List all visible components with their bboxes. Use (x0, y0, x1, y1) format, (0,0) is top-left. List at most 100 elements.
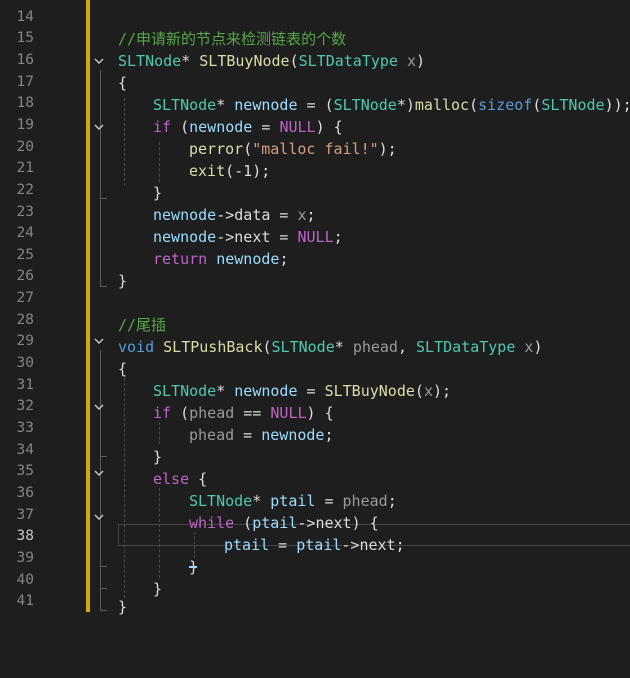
variable-token: newnode (153, 206, 217, 224)
punct-token: = (270, 228, 298, 246)
code-line-41[interactable]: } (118, 596, 127, 618)
punct-token: -> (216, 206, 235, 224)
code-line-19[interactable]: if (newnode = NULL) { (153, 116, 343, 138)
punct-token: ( (171, 118, 190, 136)
code-line-28[interactable]: //尾插 (118, 314, 166, 336)
fold-scope-line (100, 526, 107, 567)
variable-token: newnode (234, 382, 298, 400)
function-name-token: SLTBuyNode (199, 52, 290, 70)
punct-token: ; (279, 250, 289, 268)
line-number: 21 (16, 160, 34, 177)
punct-token: ; (387, 492, 397, 510)
code-line-15[interactable]: //申请新的节点来检测链表的个数 (118, 28, 346, 50)
line-number: 20 (16, 138, 34, 155)
punct-token: ; (324, 426, 334, 444)
indent-guide (124, 98, 125, 186)
line-number: 23 (16, 203, 34, 220)
keyword-token: while (189, 514, 235, 532)
type-token: SLTNode (333, 96, 397, 114)
fold-scope-line (100, 136, 107, 199)
fold-chevron-down-icon[interactable] (92, 330, 106, 352)
punct-token: ( (171, 404, 190, 422)
indent-guide (159, 422, 160, 444)
line-number: 34 (16, 441, 34, 458)
fold-chevron-down-icon[interactable] (92, 50, 106, 72)
fold-chevron-down-icon[interactable] (92, 506, 106, 528)
punct-token: ) (533, 338, 543, 356)
brace-token: } (153, 448, 163, 466)
variable-token: newnode (153, 228, 217, 246)
variable-token: ptail (224, 536, 270, 554)
code-line-18[interactable]: SLTNode* newnode = (SLTNode*)malloc(size… (153, 94, 630, 116)
fold-scope-line (100, 416, 107, 457)
line-number: 30 (16, 355, 34, 372)
code-line-16[interactable]: SLTNode* SLTBuyNode(SLTDataType x) (118, 50, 425, 72)
keyword-token: void (118, 338, 155, 356)
type-token: SLTDataType (416, 338, 516, 356)
punct-token: * (216, 382, 235, 400)
brace-token: { (189, 470, 208, 488)
fold-chevron-down-icon[interactable] (92, 462, 106, 484)
line-number: 17 (16, 73, 34, 90)
line-number: 27 (16, 290, 34, 307)
field-token: data (234, 206, 271, 224)
code-line-17[interactable]: { (118, 72, 127, 94)
code-line-35[interactable]: else { (153, 468, 207, 490)
brace-token: { (118, 74, 128, 92)
line-number: 31 (16, 376, 34, 393)
keyword-token: sizeof (478, 96, 533, 114)
code-comment: //尾插 (118, 316, 167, 334)
code-line-22[interactable]: } (153, 182, 162, 204)
punct-token: = ( (297, 96, 334, 114)
line-number-gutter: 1314151617181920212223242526272829303132… (0, 0, 86, 678)
function-name-token: SLTPushBack (154, 338, 263, 356)
code-line-33[interactable]: phead = newnode; (189, 424, 334, 446)
line-number: 14 (16, 8, 34, 25)
punct-token: ) { (315, 118, 343, 136)
code-line-32[interactable]: if (phead == NULL) { (153, 402, 334, 424)
fold-chevron-down-icon[interactable] (92, 396, 106, 418)
indent-guide (159, 142, 160, 182)
punct-token: ( (532, 96, 542, 114)
variable-token: ptail (296, 536, 342, 554)
field-token: next (315, 514, 352, 532)
punct-token: -> (341, 536, 360, 554)
line-number: 33 (16, 420, 34, 436)
code-line-26[interactable]: } (118, 270, 127, 292)
code-line-36[interactable]: SLTNode* ptail = phead; (189, 490, 397, 512)
punct-token: = (252, 118, 280, 136)
code-line-31[interactable]: SLTNode* newnode = SLTBuyNode(x); (153, 380, 451, 402)
code-line-21[interactable]: exit(-1); (189, 160, 270, 182)
code-line-25[interactable]: return newnode; (153, 248, 288, 270)
punct-token: * (216, 96, 235, 114)
function-name-token: exit (189, 162, 226, 180)
punct-token: = (269, 536, 297, 554)
punct-token: ( (234, 514, 253, 532)
code-line-30[interactable]: { (118, 358, 127, 380)
code-line-40[interactable]: } (153, 578, 162, 600)
fold-chevron-down-icon[interactable] (92, 116, 106, 138)
param-token: phead (352, 338, 398, 356)
keyword-token: if (153, 118, 172, 136)
punct-token: ; (333, 228, 343, 246)
punct-token: ) { (351, 514, 379, 532)
punct-token: *) (396, 96, 415, 114)
function-name-token: perror (189, 140, 244, 158)
code-line-23[interactable]: newnode->data = x; (153, 204, 316, 226)
code-line-38[interactable]: ptail = ptail->next; (224, 534, 405, 556)
code-editor[interactable]: 1314151617181920212223242526272829303132… (0, 0, 630, 678)
param-token: phead (342, 492, 388, 510)
code-line-24[interactable]: newnode->next = NULL; (153, 226, 343, 248)
punct-token: = (297, 382, 325, 400)
variable-token: newnode (207, 250, 280, 268)
line-number: 22 (16, 181, 34, 198)
line-number: 38 (16, 528, 34, 545)
code-line-34[interactable]: } (153, 446, 162, 468)
punct-token: == (234, 404, 271, 422)
code-line-20[interactable]: perror("malloc fail!"); (189, 138, 397, 160)
punct-token: * (252, 492, 271, 510)
code-line-37[interactable]: while (ptail->next) { (189, 512, 379, 534)
type-token: SLTDataType (298, 52, 398, 70)
punct-token: ; (306, 206, 316, 224)
code-line-29[interactable]: void SLTPushBack(SLTNode* phead, SLTData… (118, 336, 542, 358)
